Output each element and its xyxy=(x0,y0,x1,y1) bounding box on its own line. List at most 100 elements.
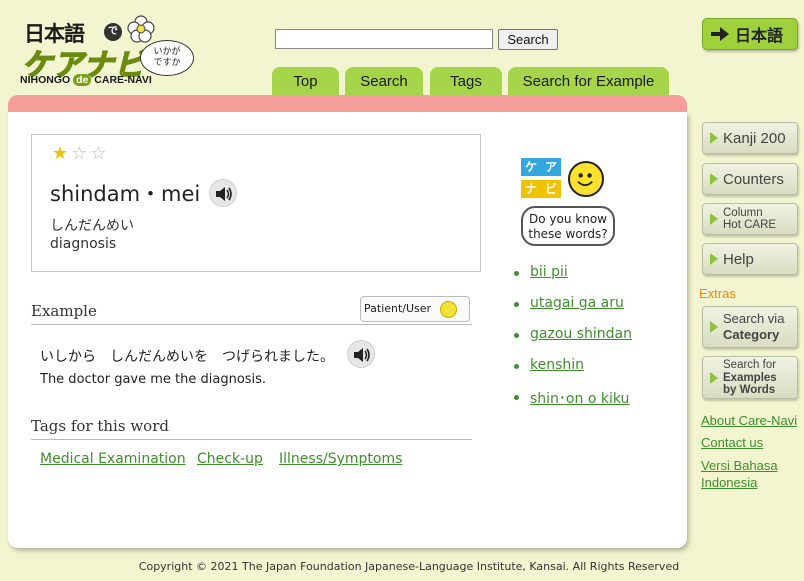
mascot-block: ナ xyxy=(521,180,541,198)
search-via-line1: Search via xyxy=(723,311,785,326)
mascot-block: ア xyxy=(541,158,561,176)
mascot-block: ケ xyxy=(521,158,541,176)
sidebar-column-label: Column Hot CARE xyxy=(723,207,776,231)
list-item: bii pii xyxy=(514,264,632,295)
patient-user-badge: Patient/User xyxy=(360,296,470,322)
triangle-right-icon xyxy=(710,173,718,185)
triangle-right-icon xyxy=(710,132,718,144)
bullet-icon xyxy=(514,395,519,400)
play-audio-button[interactable] xyxy=(209,179,237,207)
word-romaji: shindam・mei xyxy=(50,182,201,206)
speaker-icon xyxy=(216,187,232,201)
logo-bubble-line1: いかが xyxy=(153,47,181,57)
smiley-icon xyxy=(440,301,457,318)
sidebar-column-line2: Hot CARE xyxy=(723,219,777,231)
patient-user-label: Patient/User xyxy=(364,302,432,315)
search-examples-line2: Examples xyxy=(723,371,777,384)
panel-header-bar xyxy=(8,95,687,113)
sidebar-column-line1: Column xyxy=(723,207,763,219)
language-switch-button[interactable]: 日本語 xyxy=(702,18,798,50)
search-via-category-button[interactable]: Search via Category xyxy=(702,306,798,348)
triangle-right-icon xyxy=(710,321,718,333)
word-card: ★☆☆ shindam・mei しんだんめい diagnosis xyxy=(31,134,481,272)
care-navi-logo[interactable]: 日本語 で ケアナビ いかが ですか NIHONGO de CARE-NAVI xyxy=(20,14,200,86)
versi-line1: Versi Bahasa xyxy=(701,458,778,473)
logo-subtitle: NIHONGO de CARE-NAVI xyxy=(20,74,152,86)
logo-sub-de: de xyxy=(73,74,92,86)
list-item: utagai ga aru xyxy=(514,295,632,326)
bullet-icon xyxy=(514,333,519,338)
tab-search[interactable]: Search xyxy=(345,67,423,97)
bullet-icon xyxy=(514,364,519,369)
versi-line2: Indonesia xyxy=(701,475,758,490)
bullet-icon xyxy=(514,302,519,307)
contact-us-link[interactable]: Contact us xyxy=(701,434,763,451)
tab-top[interactable]: Top xyxy=(272,67,339,97)
tab-tags[interactable]: Tags xyxy=(430,67,502,97)
search-examples-line3: by Words xyxy=(723,384,776,396)
divider xyxy=(31,439,472,440)
mascot-block: ビ xyxy=(541,180,561,198)
word-kana: しんだんめい xyxy=(50,218,134,234)
extras-heading: Extras xyxy=(699,286,736,301)
sidebar-counters-button[interactable]: Counters xyxy=(702,163,798,195)
about-care-navi-link[interactable]: About Care-Navi xyxy=(701,412,797,429)
difficulty-stars: ★☆☆ xyxy=(52,143,109,164)
sidebar-help-button[interactable]: Help xyxy=(702,243,798,275)
mascot-text-line2: these words? xyxy=(528,227,608,241)
footer-copyright: Copyright © 2021 The Japan Foundation Ja… xyxy=(138,560,680,573)
bullet-icon xyxy=(514,271,519,276)
sidebar-kanji-label: Kanji 200 xyxy=(723,130,786,147)
tab-search-for-example[interactable]: Search for Example xyxy=(508,67,669,97)
search-via-category-label: Search via Category xyxy=(723,311,784,343)
mascot-text-line1: Do you know xyxy=(529,212,607,226)
versi-bahasa-indonesia-link[interactable]: Versi Bahasa Indonesia xyxy=(701,457,778,491)
sidebar-kanji-200-button[interactable]: Kanji 200 xyxy=(702,122,798,154)
triangle-right-icon xyxy=(710,372,718,384)
star-empty-icon: ☆ xyxy=(90,143,110,164)
example-heading: Example xyxy=(31,302,97,320)
arrow-right-icon xyxy=(711,27,729,41)
list-item: kenshin xyxy=(514,357,632,388)
speaker-icon xyxy=(354,348,370,362)
search-input[interactable] xyxy=(275,29,493,49)
language-switch-label: 日本語 xyxy=(735,26,784,45)
related-words-list: bii pii utagai ga aru gazou shindan kens… xyxy=(514,264,632,419)
list-item: shin･on o kiku xyxy=(514,388,632,419)
word-meaning: diagnosis xyxy=(50,236,117,252)
mascot-speech-bubble: Do you know these words? xyxy=(521,206,615,246)
search-via-line2: Category xyxy=(723,327,780,342)
logo-sub-post: CARE-NAVI xyxy=(91,74,152,86)
sidebar-counters-label: Counters xyxy=(723,171,784,188)
tag-link-check-up[interactable]: Check-up xyxy=(197,451,263,467)
search-examples-label: Search for Examples by Words xyxy=(723,359,777,397)
star-filled-icon: ★ xyxy=(52,143,72,164)
divider xyxy=(31,324,472,325)
mascot-face-icon xyxy=(568,161,604,197)
related-word-link[interactable]: utagai ga aru xyxy=(530,295,624,311)
tag-link-medical-examination[interactable]: Medical Examination xyxy=(40,451,186,467)
logo-speech-bubble: いかが ですか xyxy=(140,40,194,76)
triangle-right-icon xyxy=(710,253,718,265)
sidebar-column-hot-care-button[interactable]: Column Hot CARE xyxy=(702,203,798,235)
related-word-link[interactable]: kenshin xyxy=(530,357,584,373)
tags-heading: Tags for this word xyxy=(31,417,169,435)
related-word-link[interactable]: shin･on o kiku xyxy=(530,391,629,407)
logo-sub-pre: NIHONGO xyxy=(20,74,74,86)
triangle-right-icon xyxy=(710,213,718,225)
logo-de: で xyxy=(104,23,122,41)
star-empty-icon: ☆ xyxy=(71,143,91,164)
search-button[interactable]: Search xyxy=(498,29,558,50)
search-examples-by-words-button[interactable]: Search for Examples by Words xyxy=(702,356,798,399)
search-examples-line1: Search for xyxy=(723,359,777,371)
related-word-link[interactable]: bii pii xyxy=(530,264,568,280)
related-word-link[interactable]: gazou shindan xyxy=(530,326,632,342)
list-item: gazou shindan xyxy=(514,326,632,357)
sidebar-help-label: Help xyxy=(723,251,754,268)
logo-bubble-line2: ですか xyxy=(153,58,181,68)
example-english: The doctor gave me the diagnosis. xyxy=(40,372,267,387)
play-example-audio-button[interactable] xyxy=(347,340,375,368)
care-navi-mascot: ケ ア ナ ビ Do you know these words? xyxy=(519,156,619,250)
tag-link-illness-symptoms[interactable]: Illness/Symptoms xyxy=(279,451,402,467)
example-japanese: いしから しんだんめいを つげられました。 xyxy=(40,349,334,365)
